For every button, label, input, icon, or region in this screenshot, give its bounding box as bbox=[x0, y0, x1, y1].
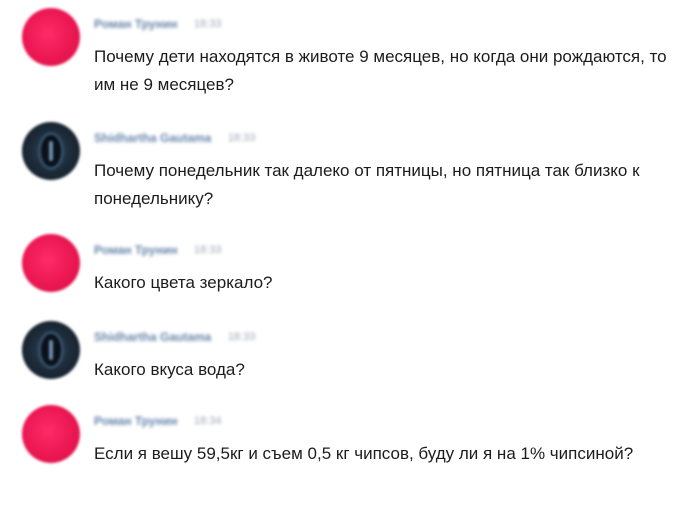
author-name[interactable]: Shidhartha Gautama bbox=[94, 131, 211, 145]
message-meta: Роман Трунин 18:34 bbox=[94, 412, 221, 428]
author-name[interactable]: Роман Трунин bbox=[94, 243, 177, 257]
message-item: Роман Трунин 18:33 Какого цвета зеркало? bbox=[0, 226, 697, 311]
avatar[interactable] bbox=[22, 405, 80, 463]
message-text: Какого вкуса вода? bbox=[94, 360, 245, 379]
avatar[interactable] bbox=[22, 321, 80, 379]
avatar[interactable] bbox=[22, 122, 80, 180]
emblem-core-icon bbox=[49, 141, 53, 161]
message-text: Почему дети находятся в животе 9 месяцев… bbox=[94, 47, 667, 94]
emblem-core-icon bbox=[49, 340, 53, 360]
message-time: 18:33 bbox=[227, 131, 256, 144]
message-item: Роман Трунин 18:34 Если я вешу 59,5кг и … bbox=[0, 397, 697, 507]
message-text: Какого цвета зеркало? bbox=[94, 273, 273, 292]
message-time: 18:33 bbox=[193, 243, 222, 256]
message-item: Роман Трунин 18:33 Почему дети находятся… bbox=[0, 0, 697, 110]
author-name[interactable]: Shidhartha Gautama bbox=[94, 330, 211, 344]
chat-history: Роман Трунин 18:33 Почему дети находятся… bbox=[0, 0, 697, 511]
message-item: Shidhartha Gautama 18:33 Почему понедель… bbox=[0, 114, 697, 224]
author-name[interactable]: Роман Трунин bbox=[94, 17, 177, 31]
message-item: Shidhartha Gautama 18:33 Какого вкуса во… bbox=[0, 313, 697, 398]
author-name[interactable]: Роман Трунин bbox=[94, 414, 177, 428]
message-text: Почему понедельник так далеко от пятницы… bbox=[94, 161, 640, 208]
avatar[interactable] bbox=[22, 8, 80, 66]
message-meta: Shidhartha Gautama 18:33 bbox=[94, 328, 255, 344]
message-meta: Роман Трунин 18:33 bbox=[94, 15, 221, 31]
message-meta: Shidhartha Gautama 18:33 bbox=[94, 129, 255, 145]
message-time: 18:34 bbox=[193, 414, 222, 427]
message-time: 18:33 bbox=[193, 17, 222, 30]
message-meta: Роман Трунин 18:33 bbox=[94, 241, 221, 257]
message-text: Если я вешу 59,5кг и съем 0,5 кг чипсов,… bbox=[94, 444, 634, 463]
avatar[interactable] bbox=[22, 234, 80, 292]
message-time: 18:33 bbox=[227, 330, 256, 343]
